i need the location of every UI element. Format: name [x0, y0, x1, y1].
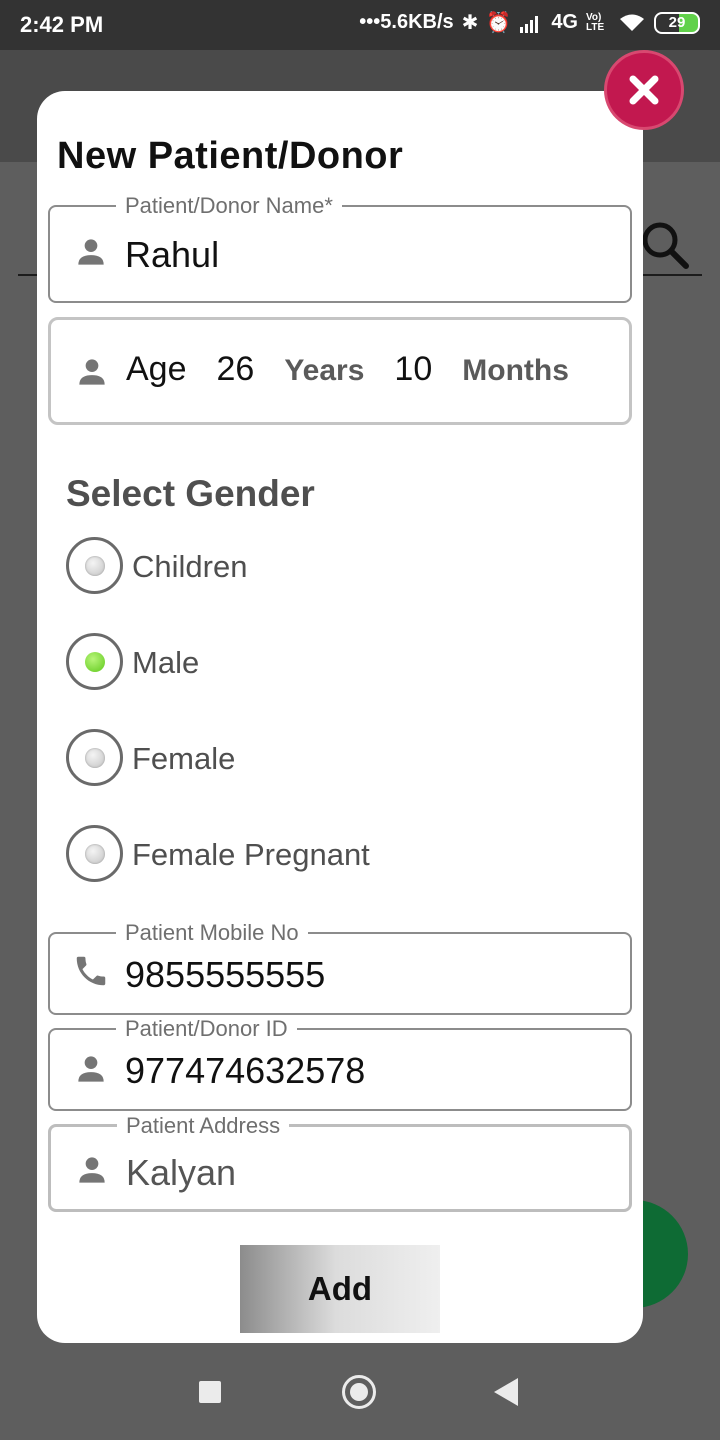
- status-bar: 2:42 PM •••5.6KB/s ✱ ⏰ 4G Vo) LTE 29: [0, 0, 720, 50]
- name-field-label: Patient/Donor Name*: [116, 193, 342, 219]
- status-indicators: •••5.6KB/s ✱ ⏰ 4G Vo) LTE 29: [359, 10, 700, 35]
- volte-icon: Vo) LTE: [586, 11, 605, 33]
- phone-icon: [76, 956, 106, 986]
- person-icon: [79, 359, 105, 385]
- dialog-title: New Patient/Donor: [57, 135, 404, 177]
- home-icon[interactable]: [342, 1375, 376, 1409]
- patient-id-field-label: Patient/Donor ID: [116, 1016, 297, 1042]
- radio-button[interactable]: [66, 729, 123, 786]
- back-icon[interactable]: [494, 1378, 518, 1406]
- age-months-input[interactable]: 10: [394, 350, 432, 389]
- age-field[interactable]: Age 26 Years 10 Months: [48, 317, 632, 425]
- radio-button[interactable]: [66, 825, 123, 882]
- signal-icon: [520, 15, 539, 33]
- address-field[interactable]: Patient Address Kalyan: [48, 1113, 632, 1212]
- gender-option-label: Children: [132, 549, 248, 584]
- person-icon: [78, 239, 104, 265]
- radio-button[interactable]: [66, 537, 123, 594]
- close-icon: [629, 75, 659, 105]
- age-months-label: Months: [462, 354, 569, 387]
- status-time: 2:42 PM: [20, 12, 104, 37]
- mobile-field-value: 9855555555: [125, 954, 326, 995]
- gender-option-label: Female: [132, 741, 236, 776]
- gender-option-female[interactable]: Female: [66, 729, 486, 789]
- add-button[interactable]: Add: [240, 1245, 440, 1333]
- age-years-input[interactable]: 26: [217, 350, 255, 389]
- close-button[interactable]: [604, 50, 684, 130]
- gender-option-children[interactable]: Children: [66, 537, 486, 597]
- person-icon: [78, 1056, 104, 1082]
- battery-level: 29: [668, 14, 686, 31]
- alarm-icon: ⏰: [486, 12, 512, 34]
- address-field-value: Kalyan: [126, 1152, 237, 1193]
- age-label: Age: [126, 350, 187, 388]
- age-row: Age 26 Years 10 Months: [126, 350, 569, 389]
- search-icon: [642, 222, 689, 269]
- network-type: 4G: [551, 11, 578, 33]
- gender-title: Select Gender: [66, 473, 315, 514]
- address-field-label: Patient Address: [117, 1113, 290, 1139]
- recents-icon[interactable]: [199, 1381, 221, 1403]
- mobile-field-label: Patient Mobile No: [116, 920, 308, 946]
- gender-option-male[interactable]: Male: [66, 633, 486, 693]
- network-speed: •••5.6KB/s: [359, 11, 454, 33]
- wifi-icon: [620, 14, 644, 31]
- age-years-label: Years: [284, 354, 365, 387]
- gender-option-female-pregnant[interactable]: Female Pregnant: [66, 825, 486, 885]
- patient-id-field-value: 977474632578: [125, 1050, 366, 1091]
- new-patient-dialog: New Patient/Donor Patient/Donor Name* Ra…: [37, 91, 643, 1343]
- person-icon: [79, 1157, 105, 1183]
- name-field[interactable]: Patient/Donor Name* Rahul: [48, 193, 632, 303]
- patient-id-field[interactable]: Patient/Donor ID 977474632578: [48, 1016, 632, 1111]
- navigation-bar: [0, 1343, 720, 1440]
- gender-option-label: Female Pregnant: [132, 837, 370, 872]
- battery-icon: 29: [654, 11, 700, 34]
- radio-button-selected[interactable]: [66, 633, 123, 690]
- bluetooth-icon: ✱: [461, 12, 479, 34]
- mobile-field[interactable]: Patient Mobile No 9855555555: [48, 920, 632, 1015]
- name-field-value: Rahul: [125, 234, 220, 275]
- gender-option-label: Male: [132, 645, 200, 680]
